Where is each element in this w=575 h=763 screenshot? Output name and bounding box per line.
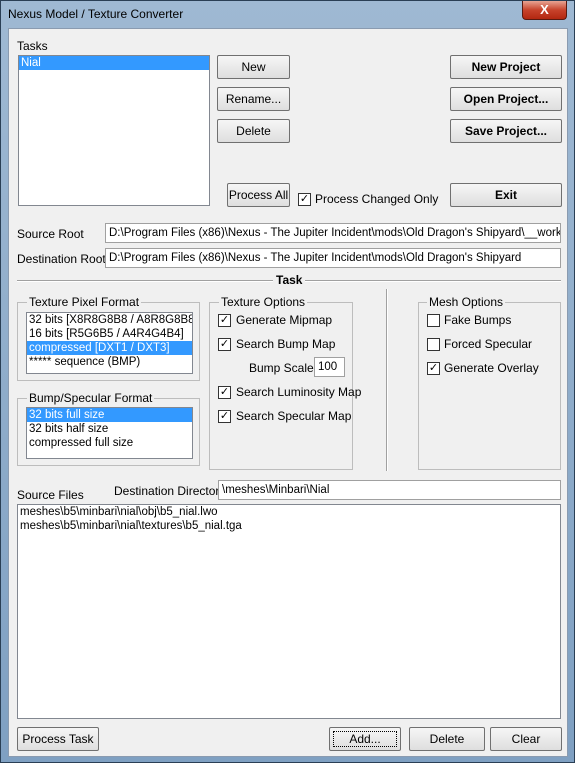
tasks-label: Tasks [17,39,48,53]
new-project-button[interactable]: New Project [450,55,562,79]
bump-format-item[interactable]: compressed full size [27,436,192,450]
process-all-button[interactable]: Process All [227,183,290,207]
add-file-button[interactable]: Add... [329,727,401,751]
task-separator-right [305,280,561,282]
destination-root-input[interactable]: D:\Program Files (x86)\Nexus - The Jupit… [105,248,561,268]
pixel-format-item-selected[interactable]: compressed [DXT1 / DXT3] [27,341,192,355]
fake-bumps-label: Fake Bumps [444,313,512,327]
destination-directory-input[interactable]: \meshes\Minbari\Nial [218,480,561,500]
search-luminosity-map-checkbox[interactable]: ✓ [218,386,231,399]
source-files-list[interactable]: meshes\b5\minbari\nial\obj\b5_nial.lwo m… [17,504,561,719]
pixel-format-item[interactable]: ***** sequence (BMP) [27,355,192,369]
mesh-options-group [418,302,561,470]
fake-bumps-checkbox[interactable] [427,314,440,327]
generate-mipmap-checkbox[interactable]: ✓ [218,314,231,327]
source-file-item[interactable]: meshes\b5\minbari\nial\obj\b5_nial.lwo [18,505,560,519]
clear-files-button[interactable]: Clear [490,727,562,751]
destination-directory-label: Destination Directory [114,484,226,498]
source-root-label: Source Root [17,227,84,241]
app-window: Nexus Model / Texture Converter X Tasks … [0,0,575,763]
bump-specular-format-title: Bump/Specular Format [27,391,155,405]
mesh-options-title: Mesh Options [427,295,506,309]
texture-options-title: Texture Options [219,295,308,309]
pixel-format-item[interactable]: 16 bits [R5G6B5 / A4R4G4B4] [27,327,192,341]
bump-format-item-selected[interactable]: 32 bits full size [27,408,192,422]
process-changed-only-checkbox[interactable]: ✓ [298,193,311,206]
texture-pixel-format-title: Texture Pixel Format [27,295,142,309]
bump-format-item[interactable]: 32 bits half size [27,422,192,436]
source-files-label: Source Files [17,488,84,502]
options-divider [386,289,388,471]
delete-task-button[interactable]: Delete [217,119,290,143]
close-button[interactable]: X [522,1,567,20]
source-root-input[interactable]: D:\Program Files (x86)\Nexus - The Jupit… [105,223,561,243]
bump-scale-input[interactable]: 100 [314,357,345,377]
generate-overlay-checkbox[interactable]: ✓ [427,362,440,375]
open-project-button[interactable]: Open Project... [450,87,562,111]
forced-specular-checkbox[interactable] [427,338,440,351]
search-bump-map-checkbox[interactable]: ✓ [218,338,231,351]
title-bar[interactable]: Nexus Model / Texture Converter X [1,1,574,27]
new-task-button[interactable]: New [217,55,290,79]
process-changed-only-label: Process Changed Only [315,192,439,206]
exit-button[interactable]: Exit [450,183,562,207]
generate-mipmap-label: Generate Mipmap [236,313,333,327]
rename-task-button[interactable]: Rename... [217,87,290,111]
tasks-list[interactable]: Nial [18,55,210,206]
window-title: Nexus Model / Texture Converter [8,7,184,21]
pixel-format-item[interactable]: 32 bits [X8R8G8B8 / A8R8G8B8] [27,313,192,327]
bump-specular-format-list[interactable]: 32 bits full size 32 bits half size comp… [26,407,193,459]
search-specular-map-label: Search Specular Map [236,409,352,423]
task-section-label: Task [276,273,303,287]
task-item-nial[interactable]: Nial [19,56,209,70]
bump-scale-label: Bump Scale [249,361,314,375]
search-specular-map-checkbox[interactable]: ✓ [218,410,231,423]
task-separator-left [17,280,273,282]
save-project-button[interactable]: Save Project... [450,119,562,143]
generate-overlay-label: Generate Overlay [444,361,539,375]
client-area: Tasks Nial New Rename... Delete Process … [8,28,568,757]
texture-pixel-format-list[interactable]: 32 bits [X8R8G8B8 / A8R8G8B8] 16 bits [R… [26,312,193,374]
search-bump-map-label: Search Bump Map [236,337,336,351]
destination-root-label: Destination Root [17,252,106,266]
forced-specular-label: Forced Specular [444,337,533,351]
source-file-item[interactable]: meshes\b5\minbari\nial\textures\b5_nial.… [18,519,560,533]
delete-file-button[interactable]: Delete [409,727,485,751]
process-task-button[interactable]: Process Task [17,727,99,751]
search-luminosity-map-label: Search Luminosity Map [236,385,362,399]
